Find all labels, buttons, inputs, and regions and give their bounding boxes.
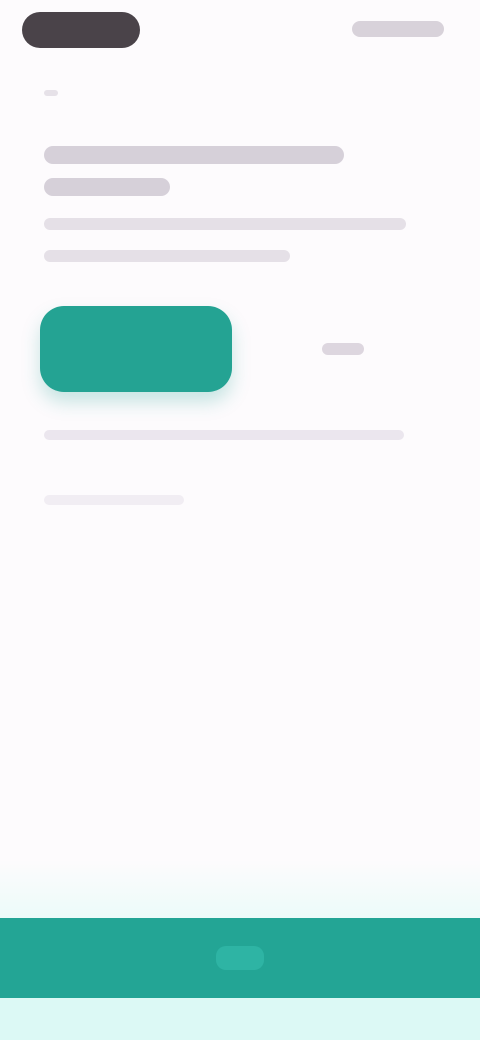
status-time-pill [22,12,140,48]
home-handle-icon [216,946,264,970]
bottom-action-bar[interactable] [0,918,480,998]
bottom-strip [0,998,480,1040]
faint-text-line [44,495,184,505]
status-bar [0,0,480,66]
page-title [44,146,344,164]
page-description-line-2 [44,250,290,262]
page-title-line-2 [44,178,170,196]
note-text [44,430,404,440]
back-arrow-icon[interactable] [44,90,58,96]
primary-button[interactable] [40,306,232,392]
status-icons [352,21,444,37]
page-description [44,218,406,230]
secondary-link[interactable] [322,343,364,355]
